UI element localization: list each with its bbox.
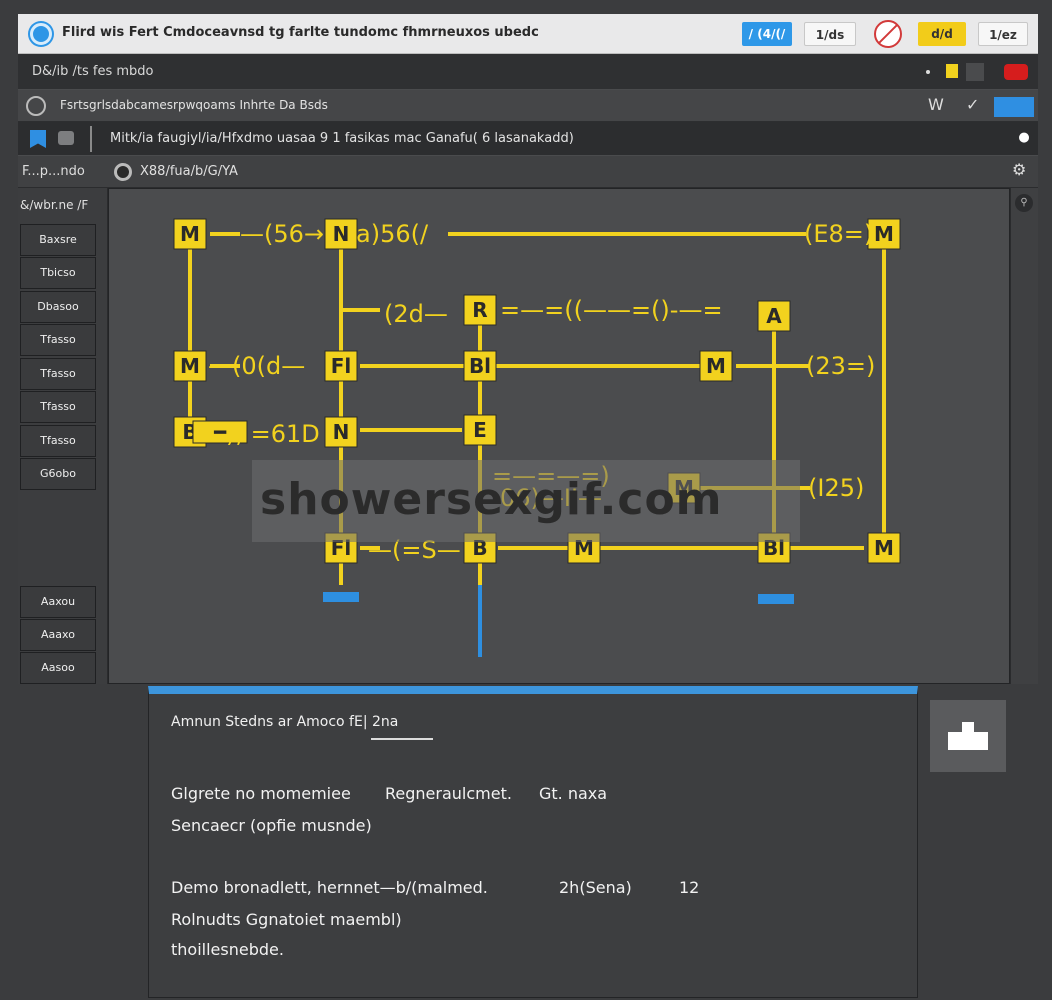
diagram-node[interactable]: M <box>867 532 901 564</box>
panel-line2: Sencaecr (opfie musnde) <box>171 816 372 835</box>
upload-button[interactable] <box>930 700 1006 772</box>
diagram-wire-label: a)56(/ <box>356 220 429 248</box>
watermark-text: showersexgif.com <box>260 474 723 525</box>
diagram-node[interactable]: Fl <box>324 350 358 382</box>
diagram-node-label: M <box>180 354 200 378</box>
panel-line1-a: Glgrete no momemiee <box>171 784 351 803</box>
diagram-node[interactable]: N <box>324 218 358 250</box>
panel-line3-b: 2h(Sena) <box>559 878 632 897</box>
diagram-node-label: N <box>333 222 350 246</box>
diagram-wire-label: (E8=) <box>804 220 873 248</box>
diagram-node-label: E <box>473 418 487 442</box>
panel-line5: thoillesnebde. <box>171 940 284 959</box>
diagram-wire-label: ), =61D <box>226 420 320 448</box>
diagram-node[interactable]: R <box>463 294 497 326</box>
output-marker <box>758 594 794 604</box>
diagram-node-label: M <box>180 222 200 246</box>
diagram-node-label: A <box>766 304 782 328</box>
diagram-wire-label: (2d— <box>384 300 448 328</box>
panel-line1-c: Gt. naxa <box>539 784 608 803</box>
diagram-wire-label: (23=) <box>806 352 875 380</box>
diagram-node[interactable]: N <box>324 416 358 448</box>
diagram-node-label: R <box>472 298 487 322</box>
diagram-node-label: Fl <box>331 354 352 378</box>
upload-icon <box>948 722 988 750</box>
diagram-node[interactable]: M <box>699 350 733 382</box>
diagram-wire-label: (I25) <box>808 474 864 502</box>
diagram-node[interactable]: E <box>463 414 497 446</box>
panel-title: Amnun Stedns ar Amoco fE| 2na <box>171 714 399 730</box>
output-marker <box>323 592 359 602</box>
info-panel: Amnun Stedns ar Amoco fE| 2na Glgrete no… <box>148 686 918 998</box>
panel-line4: Rolnudts Ggnatoiet maembl) <box>171 910 402 929</box>
diagram-node-label: Bl <box>469 354 491 378</box>
diagram-node[interactable]: Bl <box>463 350 497 382</box>
diagram-node-label: M <box>706 354 726 378</box>
diagram-wire-label: =—=((——=()-—= <box>500 296 723 324</box>
diagram-wire-label: —(56→ <box>240 220 324 248</box>
diagram-node-label: ━ <box>213 420 227 444</box>
diagram-node[interactable]: M <box>173 218 207 250</box>
panel-line3-a: Demo bronadlett, hernnet—b/(malmed. <box>171 878 488 897</box>
panel-line3-c: 12 <box>679 878 700 897</box>
diagram-node-label: M <box>874 536 894 560</box>
diagram-node-label: M <box>874 222 894 246</box>
diagram-node[interactable]: A <box>757 300 791 332</box>
panel-line1-b: Regneraulcmet. <box>385 784 512 803</box>
diagram-node[interactable]: M <box>173 350 207 382</box>
title-underline <box>371 738 433 740</box>
diagram-wire-label: —(0(d— <box>208 352 305 380</box>
diagram-node-label: N <box>333 420 350 444</box>
